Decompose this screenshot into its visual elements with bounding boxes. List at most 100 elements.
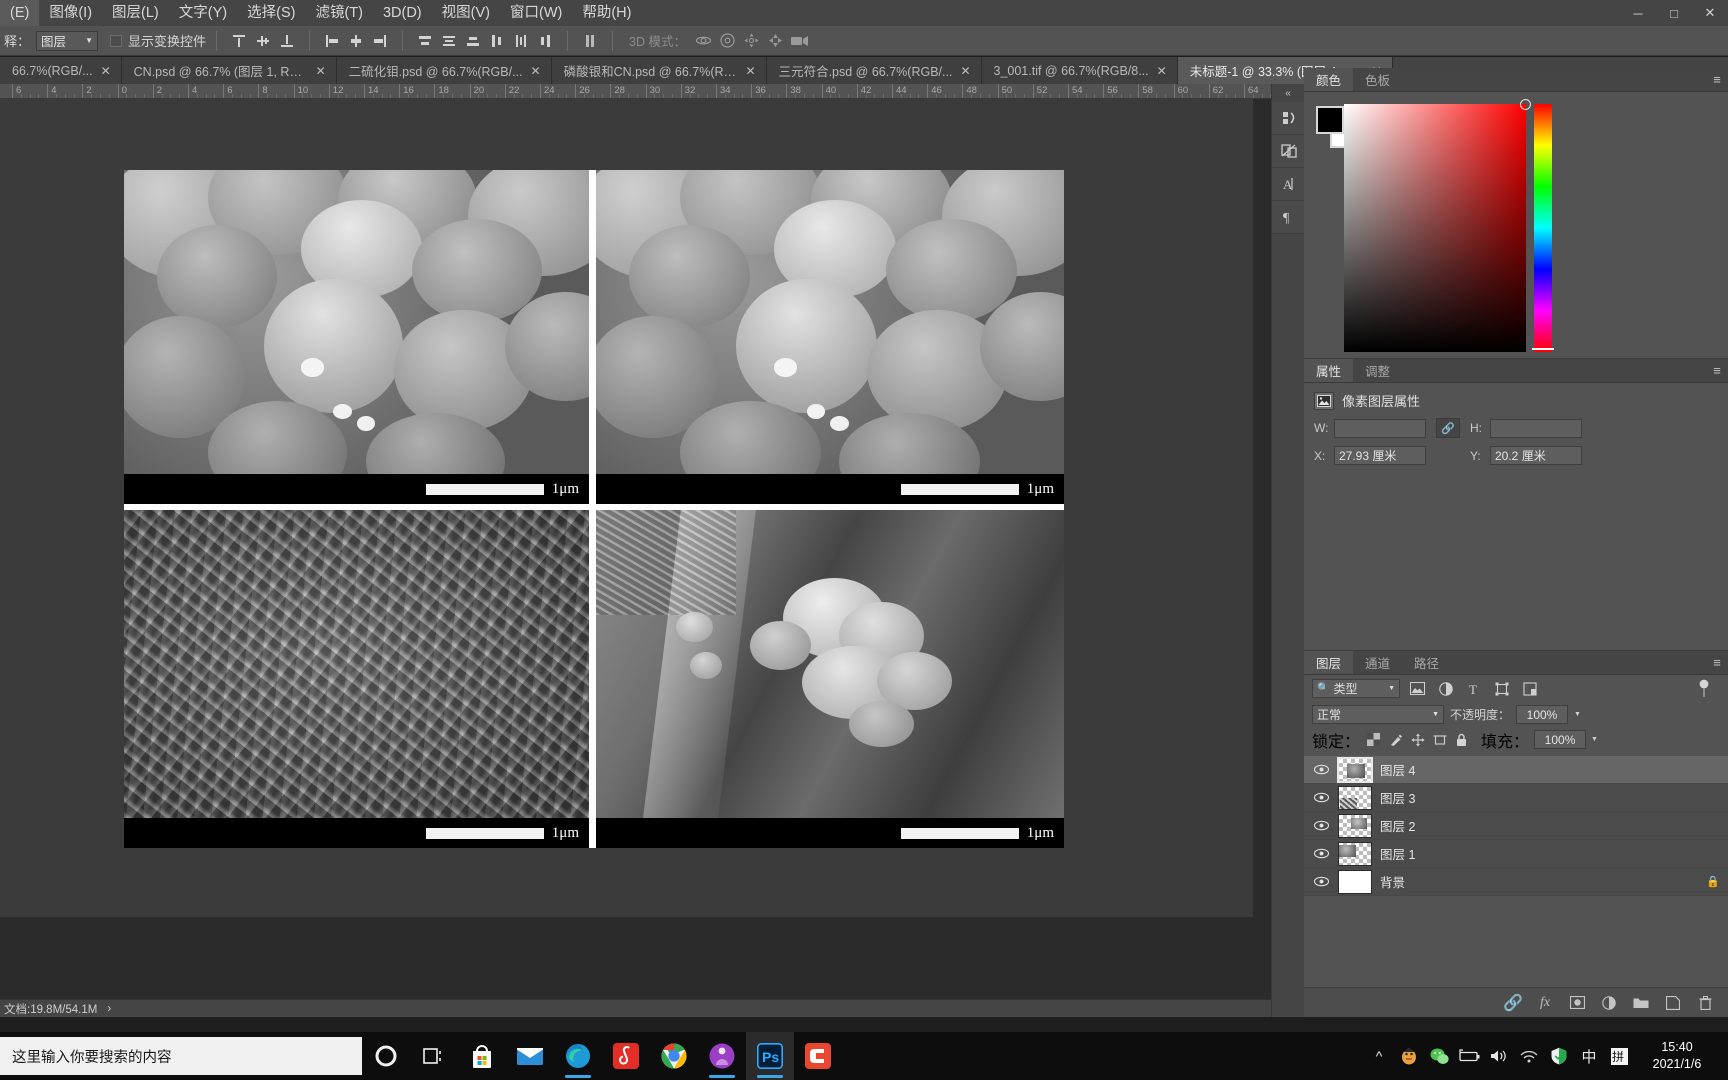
distribute-spacing-icon[interactable] [578,30,602,52]
new-layer-icon[interactable] [1664,994,1682,1012]
menu-item-view[interactable]: 视图(V) [432,0,500,26]
lock-image-icon[interactable] [1387,731,1404,748]
sem-image-top-left[interactable]: 1μm [124,170,589,504]
hue-slider-marker[interactable] [1532,348,1554,350]
eye-icon[interactable] [1312,876,1330,887]
maximize-icon[interactable]: □ [1656,0,1692,26]
menu-item-3d[interactable]: 3D(D) [373,0,432,26]
align-horizontal-centers-icon[interactable] [344,30,368,52]
layer-thumbnail[interactable] [1337,756,1373,783]
layer-row[interactable]: 图层 2 [1304,812,1728,840]
lock-all-icon[interactable] [1453,731,1470,748]
document-tab[interactable]: 66.7%(RGB/... ✕ [0,57,122,84]
tab-properties[interactable]: 属性 [1304,359,1354,382]
document-window[interactable]: 1μm 1μm 1μm 1μm [0,99,1253,917]
align-right-edges-icon[interactable] [368,30,392,52]
lock-transparent-icon[interactable] [1365,731,1382,748]
panel-menu-icon[interactable]: ≡ [1706,651,1728,674]
mail-icon[interactable] [506,1032,554,1080]
3d-roll-icon[interactable] [716,30,740,52]
3d-camera-icon[interactable] [788,30,812,52]
distribute-bottom-edges-icon[interactable] [461,30,485,52]
3d-pan-icon[interactable] [740,30,764,52]
distribute-left-edges-icon[interactable] [485,30,509,52]
align-bottom-edges-icon[interactable] [275,30,299,52]
battery-icon[interactable] [1454,1032,1484,1080]
chevron-down-icon[interactable]: ▼ [1591,736,1598,743]
chrome-icon[interactable] [650,1032,698,1080]
distribute-horizontal-centers-icon[interactable] [509,30,533,52]
wechat-icon[interactable] [1424,1032,1454,1080]
photoshop-icon[interactable]: Ps [746,1032,794,1080]
delete-layer-icon[interactable] [1696,994,1714,1012]
taskbar-clock[interactable]: 15:40 2021/1/6 [1634,1039,1722,1073]
document-tab[interactable]: 磷酸银和CN.psd @ 66.7%(RG... ✕ [551,57,767,84]
tab-close-icon[interactable]: ✕ [1157,64,1167,78]
layer-thumbnail[interactable] [1338,785,1372,810]
layer-thumbnail[interactable] [1338,869,1372,894]
layer-thumbnail[interactable] [1338,841,1372,866]
cortana-icon[interactable] [362,1032,410,1080]
opacity-value[interactable]: 100% [1516,705,1569,724]
eye-icon[interactable] [1312,820,1330,831]
app-purple-icon[interactable] [698,1032,746,1080]
3d-orbit-icon[interactable] [692,30,716,52]
show-hidden-icons-icon[interactable]: ^ [1364,1032,1394,1080]
paragraph-icon[interactable]: ¶ [1272,201,1305,234]
document-tab[interactable]: 三元符合.psd @ 66.7%(RGB/... ✕ [766,57,982,84]
y-field[interactable]: 20.2 厘米 [1490,446,1582,465]
tab-color[interactable]: 颜色 [1304,68,1354,91]
chevron-down-icon[interactable]: ▼ [1574,711,1581,718]
link-layers-icon[interactable]: 🔗 [1503,994,1523,1012]
tab-adjustments[interactable]: 调整 [1353,359,1402,382]
menu-item-type[interactable]: 文字(Y) [169,0,237,26]
shape-filter-icon[interactable] [1491,679,1512,698]
x-field[interactable]: 27.93 厘米 [1334,446,1426,465]
sem-image-top-right[interactable]: 1μm [596,170,1064,504]
3d-slide-icon[interactable] [764,30,788,52]
tab-close-icon[interactable]: ✕ [101,64,111,78]
security-icon[interactable] [1544,1032,1574,1080]
tab-close-icon[interactable]: ✕ [531,64,541,78]
sem-image-bottom-left[interactable]: 1μm [124,510,589,848]
layer-row[interactable]: 图层 1 [1304,840,1728,868]
tab-swatches[interactable]: 色板 [1353,68,1402,91]
camtasia-icon[interactable] [794,1032,842,1080]
align-left-edges-icon[interactable] [320,30,344,52]
network-icon[interactable] [1514,1032,1544,1080]
lock-position-icon[interactable] [1409,731,1426,748]
layer-style-icon[interactable]: fx [1536,994,1554,1012]
layer-mask-icon[interactable] [1568,994,1586,1012]
edge-icon[interactable] [554,1032,602,1080]
menu-item-image[interactable]: 图像(I) [39,0,102,26]
panel-menu-icon[interactable]: ≡ [1706,359,1728,382]
tab-layers[interactable]: 图层 [1304,651,1354,674]
microsoft-store-icon[interactable] [458,1032,506,1080]
menu-item-edit[interactable]: (E) [0,0,40,26]
height-field[interactable] [1490,418,1582,438]
document-tab[interactable]: 二硫化钼.psd @ 66.7%(RGB/... ✕ [336,57,552,84]
foreground-color-swatch[interactable] [1316,106,1344,134]
expand-panels-icon[interactable]: « [1272,84,1304,102]
horizontal-ruler[interactable]: 6 4 2 0 2 4 6 8 10 12 14 16 18 20 22 24 26 28 30 32 34 36 38 40… [0,84,1290,99]
minimize-icon[interactable]: ─ [1620,0,1656,26]
ime-pinyin-icon[interactable]: 拼 [1604,1032,1634,1080]
adjustment-filter-icon[interactable] [1435,679,1456,698]
clone-source-icon[interactable] [1272,135,1305,168]
color-field[interactable] [1344,99,1531,352]
layer-row[interactable]: 背景 🔒 [1304,868,1728,896]
distribute-vertical-centers-icon[interactable] [437,30,461,52]
blend-mode-dropdown[interactable]: 正常 ▼ [1312,705,1444,724]
sem-image-bottom-right[interactable]: 1μm [596,510,1064,848]
layer-filter-type-dropdown[interactable]: 🔍 类型 ▼ [1312,679,1400,698]
tab-paths[interactable]: 路径 [1402,651,1451,674]
hue-slider[interactable] [1534,104,1552,352]
tab-channels[interactable]: 通道 [1353,651,1402,674]
tab-close-icon[interactable]: ✕ [316,64,326,78]
pixel-filter-icon[interactable] [1407,679,1428,698]
show-transform-controls-checkbox[interactable]: 显示变换控件 [110,31,206,50]
history-icon[interactable] [1272,102,1305,135]
close-icon[interactable]: ✕ [1692,0,1728,26]
eye-icon[interactable] [1312,764,1330,775]
menu-item-select[interactable]: 选择(S) [237,0,305,26]
